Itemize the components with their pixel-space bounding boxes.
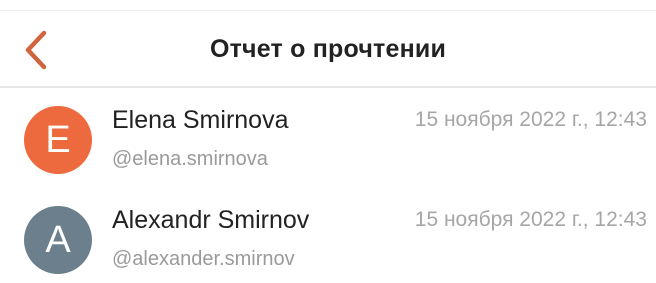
reader-name: Alexandr Smirnov xyxy=(112,206,310,234)
status-area xyxy=(0,0,656,10)
read-timestamp: 15 ноября 2022 г., 12:43 xyxy=(414,208,647,231)
read-timestamp: 15 ноября 2022 г., 12:43 xyxy=(414,108,647,131)
reader-row[interactable]: E Elena Smirnova @elena.smirnova 15 нояб… xyxy=(10,90,656,192)
avatar: E xyxy=(24,106,92,174)
avatar-initial: A xyxy=(45,219,71,261)
reader-name: Elena Smirnova xyxy=(112,106,289,134)
reader-username: @alexander.smirnov xyxy=(112,248,295,270)
reader-row[interactable]: A Alexandr Smirnov @alexander.smirnov 15… xyxy=(10,190,656,283)
reader-username: @elena.smirnova xyxy=(112,148,268,170)
page-title: Отчет о прочтении xyxy=(209,35,447,63)
avatar-initial: E xyxy=(45,119,71,161)
nav-header: Отчет о прочтении xyxy=(0,10,656,88)
read-receipts-screen: Отчет о прочтении E Elena Smirnova @elen… xyxy=(0,0,656,283)
avatar: A xyxy=(24,206,92,274)
